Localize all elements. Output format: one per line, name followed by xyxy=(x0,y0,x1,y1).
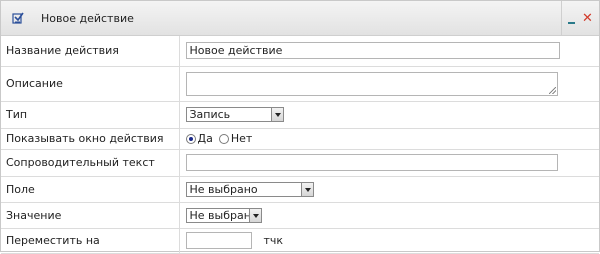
form-row-show-window: Показывать окно действия Да Нет xyxy=(1,128,600,150)
accompanying-text-label: Сопроводительный текст xyxy=(1,149,180,177)
field-select[interactable]: Не выбрано xyxy=(185,181,314,197)
dropdown-arrow-icon[interactable] xyxy=(248,208,261,222)
form-row-field: Поле Не выбрано xyxy=(1,176,599,203)
close-icon[interactable]: ✕ xyxy=(582,12,593,25)
dropdown-arrow-icon[interactable] xyxy=(270,108,283,121)
value-label: Значение xyxy=(1,202,180,229)
accompanying-text-input[interactable] xyxy=(185,154,558,171)
radio-yes-label[interactable]: Да xyxy=(198,132,213,145)
field-label: Поле xyxy=(1,176,180,203)
form-row-move-to: Переместить на тчк xyxy=(1,228,600,254)
show-window-radio-group: Да Нет xyxy=(185,132,600,145)
type-label: Тип xyxy=(1,101,180,129)
action-form: Название действия Новое действие Описани… xyxy=(1,36,599,254)
dropdown-arrow-icon[interactable] xyxy=(300,182,313,196)
minimize-icon[interactable] xyxy=(568,13,576,25)
field-select-value: Не выбрано xyxy=(189,182,258,196)
action-dialog: Новое действие ✕ Название действия Новое… xyxy=(0,0,600,254)
form-row-type: Тип Запись xyxy=(1,101,599,129)
action-name-input[interactable]: Новое действие xyxy=(185,42,560,60)
window-controls: ✕ xyxy=(561,1,599,36)
radio-yes[interactable] xyxy=(185,133,196,144)
type-select-value: Запись xyxy=(189,108,231,121)
form-row-value: Значение Не выбрано xyxy=(1,202,599,229)
name-label: Название действия xyxy=(1,36,180,67)
description-textarea[interactable] xyxy=(185,71,558,96)
radio-no-label[interactable]: Нет xyxy=(231,132,252,145)
form-row-accompanying-text: Сопроводительный текст xyxy=(1,149,599,177)
dialog-title: Новое действие xyxy=(41,12,134,25)
type-select[interactable]: Запись xyxy=(185,107,284,122)
value-select[interactable]: Не выбрано xyxy=(185,207,262,223)
move-to-unit: тчк xyxy=(263,234,284,247)
resize-grip-icon[interactable] xyxy=(548,86,556,94)
radio-no[interactable] xyxy=(218,133,229,144)
dialog-titlebar: Новое действие ✕ xyxy=(1,1,599,36)
move-to-label: Переместить на xyxy=(1,228,180,254)
description-label: Описание xyxy=(1,66,180,102)
action-icon xyxy=(11,11,25,25)
move-to-input[interactable] xyxy=(185,232,252,249)
show-window-label: Показывать окно действия xyxy=(1,128,180,150)
value-select-value: Не выбрано xyxy=(189,208,258,222)
form-row-name: Название действия Новое действие xyxy=(1,36,599,67)
move-to-group: тчк xyxy=(185,232,600,249)
form-row-description: Описание xyxy=(1,66,599,102)
